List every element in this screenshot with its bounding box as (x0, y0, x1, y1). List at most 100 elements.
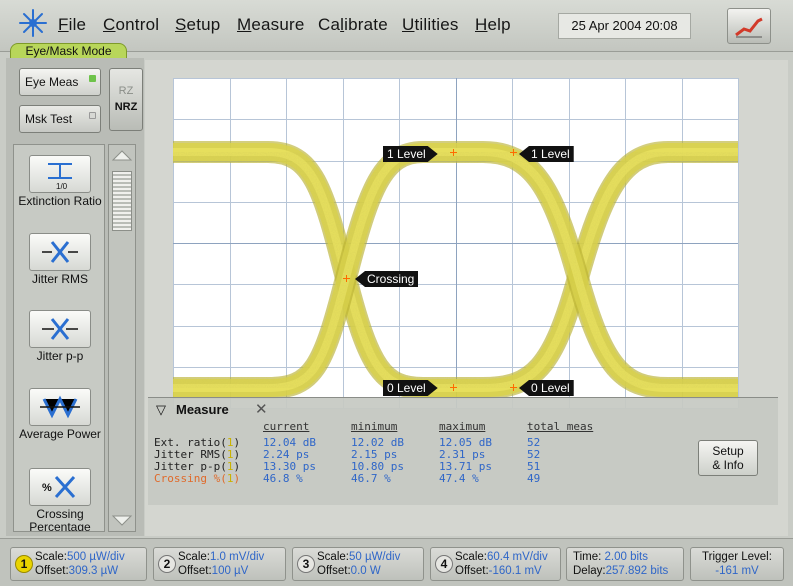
crossing-label: Crossing (355, 271, 419, 287)
measurement-scrollbar[interactable] (108, 144, 136, 532)
measure-cell-maximum: 47.4 % (439, 472, 479, 485)
level1-label-right: 1 Level (519, 146, 574, 162)
column-maximum: maximum (439, 420, 486, 433)
average-power-button[interactable]: Average Power (14, 388, 104, 441)
level0-label-left: 0 Level (383, 380, 438, 396)
eye-trace-band (173, 148, 738, 392)
timebase-delay: 257.892 bits (605, 565, 669, 577)
scroll-down-icon[interactable] (109, 510, 135, 530)
crossing-marker (343, 275, 350, 282)
measure-cell-minimum: 46.7 % (351, 472, 391, 485)
svg-text:%: % (42, 482, 52, 494)
extinction-ratio-icon: 1/0 (29, 155, 91, 193)
level0-marker-left (450, 384, 457, 391)
channel-1-scale: 500 µW/div (66, 551, 125, 563)
waveform-icon (735, 17, 763, 38)
eye-diagram-trace (173, 141, 738, 399)
timebase-time: 2.00 bits (604, 551, 649, 563)
trigger-level-value: -161 mV (715, 565, 759, 577)
measure-panel: ▽ Measure ✕ current minimum maximum total… (148, 397, 778, 505)
level0-marker-right (510, 384, 517, 391)
column-minimum: minimum (351, 420, 398, 433)
waveform-display[interactable]: 1 Level 1 Level Crossing 0 Level 0 Level (173, 78, 739, 409)
average-power-label: Average Power (19, 427, 101, 441)
crossing-percentage-icon: % (29, 468, 91, 506)
grid-line-vertical (738, 78, 739, 408)
jitter-rms-label: Jitter RMS (31, 272, 88, 286)
measure-cell-current: 46.8 % (263, 472, 303, 485)
eye-trace-band (173, 141, 738, 399)
setup-info-button[interactable]: Setup & Info (698, 440, 758, 476)
column-current: current (263, 420, 310, 433)
active-led-icon (89, 75, 96, 82)
jitter-pp-label: Jitter p-p (36, 349, 84, 363)
channel-4-offset: -160.1 mV (488, 565, 542, 577)
jitter-rms-button[interactable]: Jitter RMS (14, 233, 104, 286)
channel-1-offset: 309.3 µW (68, 565, 119, 577)
agilent-logo-icon (19, 9, 47, 37)
channel-4-button[interactable]: 4 Scale:60.4 mV/div Offset:-160.1 mV (430, 547, 561, 581)
jitter-pp-button[interactable]: Jitter p-p (14, 310, 104, 363)
channel-2-button[interactable]: 2 Scale:1.0 mV/div Offset:100 µV (153, 547, 286, 581)
eye-meas-button[interactable]: Eye Meas (19, 68, 101, 96)
measure-row-label: Crossing %(1) (154, 472, 241, 485)
level1-label-left: 1 Level (383, 146, 438, 162)
trigger-level-label: Trigger Level: (702, 551, 772, 563)
svg-text:1/0: 1/0 (56, 182, 68, 191)
collapse-chevron-icon[interactable]: ▽ (156, 402, 166, 418)
timebase-button[interactable]: Time: 2.00 bits Delay:257.892 bits (566, 547, 684, 581)
nrz-label: NRZ (114, 101, 138, 113)
left-panel: Eye Meas Msk Test RZ NRZ 1/0 Extinction … (6, 58, 144, 536)
menu-setup[interactable]: Setup (175, 15, 220, 35)
crossing-percentage-label: Crossing Percentage (29, 507, 91, 532)
level1-marker-right (510, 149, 517, 156)
inactive-led-icon (89, 112, 96, 119)
jitter-pp-icon (29, 310, 91, 348)
channel-4-indicator: 4 (435, 555, 453, 573)
column-total-meas: total meas (527, 420, 594, 433)
channel-4-scale: 60.4 mV/div (486, 551, 548, 563)
channel-2-scale: 1.0 mV/div (209, 551, 265, 563)
extinction-ratio-label: Extinction Ratio (18, 194, 102, 208)
trigger-level-button[interactable]: Trigger Level: -161 mV (690, 547, 784, 581)
measurement-list: 1/0 Extinction Ratio Jitter RMS Jitter p… (13, 144, 105, 532)
run-stop-button[interactable] (727, 8, 771, 44)
eye-meas-label: Eye Meas (25, 75, 79, 89)
measure-cell-total: 49 (527, 472, 541, 485)
channel-3-offset: 0.0 W (350, 565, 381, 577)
channel-3-button[interactable]: 3 Scale:50 µW/div Offset:0.0 W (292, 547, 424, 581)
status-bar: 1 Scale:500 µW/div Offset:309.3 µW 2 Scal… (0, 538, 793, 586)
channel-2-indicator: 2 (158, 555, 176, 573)
eye-trace-band (173, 141, 738, 399)
date-time-display: 25 Apr 2004 20:08 (558, 13, 691, 39)
channel-3-scale: 50 µW/div (348, 551, 401, 563)
eye-trace-noise (173, 141, 738, 399)
level0-label-right: 0 Level (519, 380, 574, 396)
msk-test-label: Msk Test (25, 112, 73, 126)
channel-2-offset: 100 µV (211, 565, 249, 577)
menu-help[interactable]: Help (475, 15, 511, 35)
level1-marker-left (450, 149, 457, 156)
menu-measure[interactable]: Measure (237, 15, 305, 35)
extinction-ratio-button[interactable]: 1/0 Extinction Ratio (14, 155, 104, 208)
eye-trace-band (173, 143, 738, 397)
eye-trace-band (173, 143, 738, 397)
crossing-percentage-button[interactable]: % Crossing Percentage (14, 468, 104, 532)
scroll-up-icon[interactable] (109, 146, 135, 166)
rz-nrz-toggle[interactable]: RZ NRZ (109, 68, 143, 131)
rz-label: RZ (118, 85, 134, 97)
average-power-icon (29, 388, 91, 426)
menu-utilities[interactable]: Utilities (402, 15, 459, 35)
measure-panel-title[interactable]: ▽ Measure (156, 402, 229, 418)
jitter-rms-icon (29, 233, 91, 271)
eye-trace-noise (173, 141, 738, 399)
channel-3-indicator: 3 (297, 555, 315, 573)
menu-control[interactable]: Control (103, 15, 159, 35)
scroll-thumb[interactable] (112, 171, 132, 231)
close-icon[interactable]: ✕ (255, 400, 268, 418)
msk-test-button[interactable]: Msk Test (19, 105, 101, 133)
menu-file[interactable]: File (58, 15, 86, 35)
menu-calibrate[interactable]: Calibrate (318, 15, 388, 35)
channel-1-button[interactable]: 1 Scale:500 µW/div Offset:309.3 µW (10, 547, 147, 581)
channel-1-indicator: 1 (15, 555, 33, 573)
